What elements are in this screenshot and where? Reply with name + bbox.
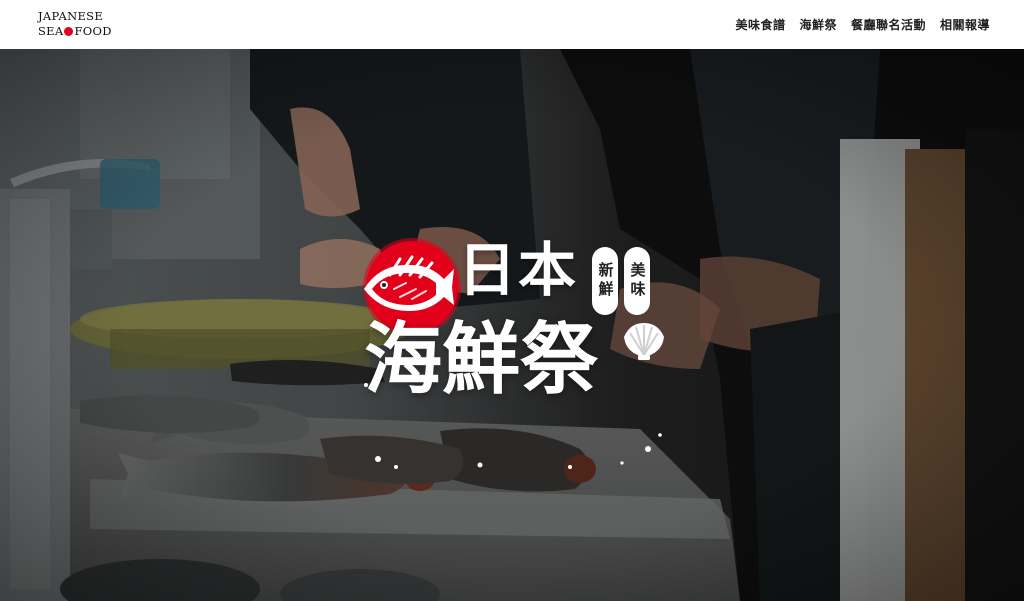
site-logo[interactable]: JAPANESE SEA FOOD [38, 9, 118, 41]
festival-title-bottom: 海鮮祭 [364, 314, 599, 405]
nav-item-recipes[interactable]: 美味食譜 [735, 16, 785, 33]
scallop-shell-icon [624, 323, 664, 360]
logo-line-seafood: SEA FOOD [38, 24, 118, 39]
logo-sea-text: SEA [38, 24, 64, 38]
logo-food-text: FOOD [74, 24, 112, 38]
nav-item-restaurant-collab[interactable]: 餐廳聯名活動 [851, 16, 926, 33]
festival-logo: 日本 新鮮 美味 海鮮祭 [360, 235, 670, 475]
logo-red-dot-icon [64, 27, 74, 36]
fish-icon [364, 255, 454, 311]
badge-delicious: 美味 [624, 247, 650, 315]
logo-line-japanese: JAPANESE [38, 9, 104, 23]
site-header: JAPANESE SEA FOOD 美味食譜 海鮮祭 餐廳聯名活動 相關報導 [0, 0, 1024, 49]
festival-title-top: 日本 [458, 236, 579, 304]
hero-banner: 日本 新鮮 美味 海鮮祭 [0, 49, 1024, 601]
nav-item-seafood-festival[interactable]: 海鮮祭 [799, 16, 837, 33]
main-nav: 美味食譜 海鮮祭 餐廳聯名活動 相關報導 [735, 0, 990, 49]
page: JAPANESE SEA FOOD 美味食譜 海鮮祭 餐廳聯名活動 相關報導 日… [0, 0, 1024, 601]
nav-item-press[interactable]: 相關報導 [940, 16, 990, 33]
badge-fresh: 新鮮 [592, 247, 618, 315]
